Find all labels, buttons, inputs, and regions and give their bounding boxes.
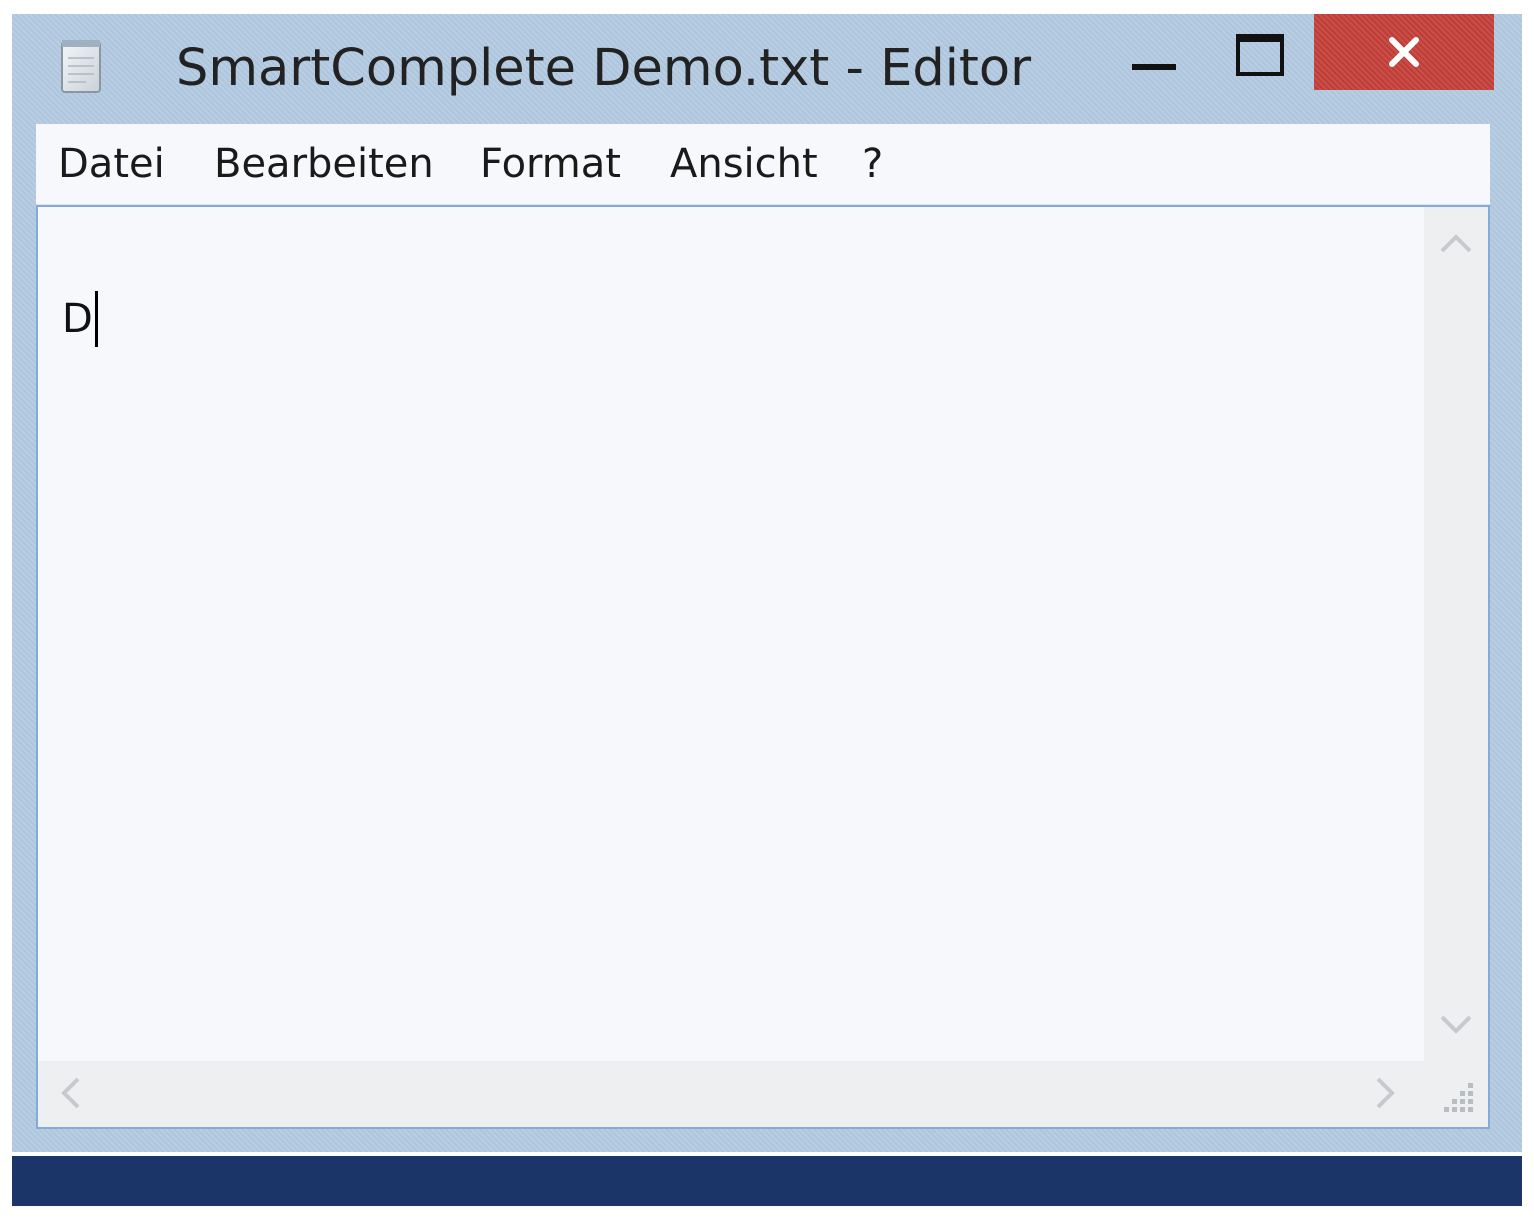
editor-window: SmartComplete Demo.txt - Editor Datei Be… [12,14,1522,1152]
text-caret [94,291,98,347]
vertical-scrollbar[interactable] [1424,207,1488,1061]
resize-grip-icon [1444,1083,1473,1112]
menu-ansicht[interactable]: Ansicht [670,142,818,186]
notepad-icon[interactable] [56,36,106,96]
editor-client-area: D [36,205,1490,1129]
title-bar[interactable]: SmartComplete Demo.txt - Editor [12,14,1522,124]
menu-help[interactable]: ? [862,142,883,186]
maximize-icon [1236,34,1284,76]
horizontal-scrollbar[interactable] [38,1061,1424,1127]
editor-text: D [62,296,93,342]
minimize-icon [1132,64,1176,70]
chevron-up-icon[interactable] [1438,231,1474,255]
menu-bearbeiten[interactable]: Bearbeiten [214,142,434,186]
minimize-button[interactable] [1118,38,1198,94]
window-title: SmartComplete Demo.txt - Editor [176,39,1032,98]
close-icon [1389,37,1419,67]
text-editor-area[interactable]: D [38,207,1424,1061]
maximize-button[interactable] [1220,28,1300,94]
size-grip[interactable] [1424,1061,1488,1127]
chevron-down-icon[interactable] [1438,1013,1474,1037]
chevron-right-icon[interactable] [1374,1075,1398,1111]
menu-format[interactable]: Format [480,142,621,186]
chevron-left-icon[interactable] [58,1075,82,1111]
close-button[interactable] [1314,14,1494,90]
taskbar [12,1156,1522,1206]
menu-bar: Datei Bearbeiten Format Ansicht ? [36,124,1490,205]
menu-datei[interactable]: Datei [58,142,165,186]
